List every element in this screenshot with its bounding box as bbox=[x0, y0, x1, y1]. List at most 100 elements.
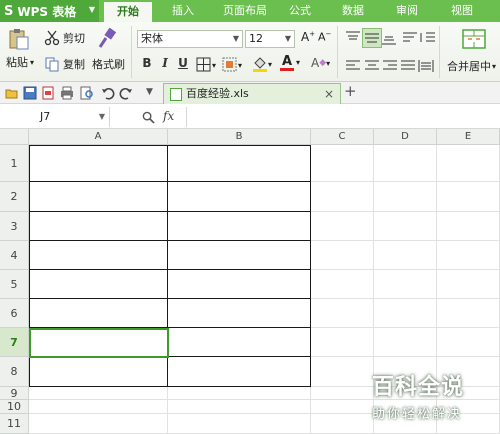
search-icon[interactable] bbox=[142, 111, 155, 127]
shrink-font-button[interactable]: A− bbox=[318, 30, 331, 44]
formula-input[interactable] bbox=[186, 107, 500, 127]
table-cell-a1[interactable] bbox=[29, 145, 168, 182]
undo-icon[interactable] bbox=[101, 86, 115, 100]
italic-button[interactable]: I bbox=[157, 56, 173, 70]
cell-reference: J7 bbox=[40, 110, 51, 123]
indent-icon bbox=[420, 32, 435, 42]
copy-button[interactable]: 复制 bbox=[44, 56, 85, 72]
format-painter-icon-button[interactable] bbox=[94, 28, 120, 50]
borders-button[interactable]: ▾ bbox=[196, 57, 216, 73]
fill-color-button[interactable]: ▾ bbox=[252, 56, 272, 72]
row-header-10[interactable]: 10 bbox=[0, 400, 29, 414]
table-cell-b1[interactable] bbox=[168, 145, 311, 182]
align-right-button[interactable] bbox=[382, 58, 398, 74]
font-size-select[interactable]: 12 ▼ bbox=[245, 30, 295, 48]
row-header-11[interactable]: 11 bbox=[0, 414, 29, 434]
table-cell-a2[interactable] bbox=[29, 182, 168, 212]
row-header-3[interactable]: 3 bbox=[0, 212, 29, 241]
merge-center-button[interactable]: 合并居中 ▾ bbox=[447, 58, 496, 74]
tab-view[interactable]: 视图 bbox=[443, 0, 481, 22]
font-color-dropdown[interactable]: ▾ bbox=[296, 58, 300, 67]
spreadsheet-file-icon bbox=[170, 88, 182, 101]
print-icon[interactable] bbox=[60, 86, 74, 100]
paint-brush-icon bbox=[98, 28, 117, 48]
column-header-d[interactable]: D bbox=[374, 129, 437, 145]
save-icon[interactable] bbox=[23, 86, 37, 100]
close-icon[interactable]: × bbox=[324, 84, 334, 104]
table-cell-b2[interactable] bbox=[168, 182, 311, 212]
table-cell-a6[interactable] bbox=[29, 299, 168, 328]
print-preview-icon[interactable] bbox=[80, 86, 94, 100]
table-cell-b6[interactable] bbox=[168, 299, 311, 328]
column-header-e[interactable]: E bbox=[437, 129, 500, 145]
row-header-8[interactable]: 8 bbox=[0, 357, 29, 387]
justify-button[interactable] bbox=[400, 58, 416, 74]
table-cell-b8[interactable] bbox=[168, 357, 311, 387]
paste-label-button[interactable]: 粘贴 ▾ bbox=[6, 54, 34, 70]
tab-data[interactable]: 数据 bbox=[334, 0, 372, 22]
ribbon-separator bbox=[337, 26, 338, 78]
table-cell-b3[interactable] bbox=[168, 212, 311, 241]
app-menu-button[interactable]: S WPS 表格 ▼ bbox=[0, 0, 99, 22]
active-cell-outline[interactable] bbox=[29, 328, 169, 358]
chevron-down-icon: ▾ bbox=[30, 57, 35, 67]
document-tab[interactable]: 百度经验.xls × bbox=[163, 83, 341, 104]
row-header-7[interactable]: 7 bbox=[0, 328, 29, 357]
tab-home[interactable]: 开始 bbox=[104, 0, 152, 22]
font-color-button[interactable]: A bbox=[280, 55, 294, 71]
align-top-button[interactable] bbox=[345, 30, 361, 46]
fx-button[interactable]: fx bbox=[163, 109, 174, 123]
formula-bar: J7 ▼ fx bbox=[0, 105, 500, 129]
underline-button[interactable]: U bbox=[175, 56, 191, 70]
clear-format-button[interactable]: A ◆ ▾ bbox=[311, 56, 330, 70]
watermark-subtitle: 助你轻松解决 bbox=[372, 407, 463, 422]
row-header-9[interactable]: 9 bbox=[0, 387, 29, 400]
row-header-4[interactable]: 4 bbox=[0, 241, 29, 270]
font-name-select[interactable]: 宋体 ▼ bbox=[137, 30, 243, 48]
row-header-2[interactable]: 2 bbox=[0, 182, 29, 212]
spreadsheet-window: S WPS 表格 ▼ 开始 插入 页面布局 公式 数据 审阅 视图 粘贴 ▾ 剪… bbox=[0, 0, 500, 434]
column-header-a[interactable]: A bbox=[29, 129, 168, 145]
wrap-text-button[interactable] bbox=[402, 30, 418, 46]
name-box[interactable]: J7 ▼ bbox=[0, 107, 110, 127]
table-cell-a4[interactable] bbox=[29, 241, 168, 270]
align-middle-button[interactable] bbox=[362, 28, 382, 48]
redo-icon[interactable] bbox=[119, 86, 133, 100]
align-bottom-button[interactable] bbox=[381, 30, 397, 46]
column-header-b[interactable]: B bbox=[168, 129, 311, 145]
chevron-down-icon: ▾ bbox=[492, 61, 497, 71]
table-cell-a5[interactable] bbox=[29, 270, 168, 299]
format-painter-button[interactable]: 格式刷 bbox=[92, 56, 125, 72]
table-cell-b5[interactable] bbox=[168, 270, 311, 299]
indent-button[interactable] bbox=[420, 30, 436, 46]
tab-insert[interactable]: 插入 bbox=[162, 0, 204, 22]
align-center-button[interactable] bbox=[364, 58, 380, 74]
bold-button[interactable]: B bbox=[139, 56, 155, 70]
row-header-1[interactable]: 1 bbox=[0, 145, 29, 182]
watermark: 百科全说 助你轻松解决 bbox=[372, 369, 496, 431]
table-cell-b4[interactable] bbox=[168, 241, 311, 270]
row-header-6[interactable]: 6 bbox=[0, 299, 29, 328]
table-cell-a8[interactable] bbox=[29, 357, 168, 387]
new-tab-button[interactable]: + bbox=[344, 82, 357, 100]
grow-font-button[interactable]: A+ bbox=[301, 30, 315, 44]
table-cell-a3[interactable] bbox=[29, 212, 168, 241]
copy-icon bbox=[45, 57, 59, 72]
tab-page-layout[interactable]: 页面布局 bbox=[214, 0, 276, 22]
select-all-corner[interactable] bbox=[0, 129, 29, 145]
column-header-c[interactable]: C bbox=[311, 129, 374, 145]
align-left-button[interactable] bbox=[345, 58, 361, 74]
open-folder-icon[interactable] bbox=[5, 86, 19, 100]
cut-button[interactable]: 剪切 bbox=[44, 30, 85, 46]
magnifier-icon bbox=[142, 111, 155, 124]
table-cell-b7[interactable] bbox=[168, 328, 311, 357]
tab-formulas[interactable]: 公式 bbox=[282, 0, 318, 22]
customize-toolbar-icon[interactable]: ▼ bbox=[146, 87, 153, 97]
export-pdf-icon[interactable] bbox=[41, 86, 55, 100]
distributed-button[interactable] bbox=[418, 58, 434, 74]
merge-center-icon-button[interactable] bbox=[461, 28, 487, 50]
paste-button[interactable] bbox=[6, 28, 32, 50]
row-header-5[interactable]: 5 bbox=[0, 270, 29, 299]
tab-review[interactable]: 审阅 bbox=[388, 0, 426, 22]
cell-style-button[interactable]: ▾ bbox=[222, 57, 242, 73]
